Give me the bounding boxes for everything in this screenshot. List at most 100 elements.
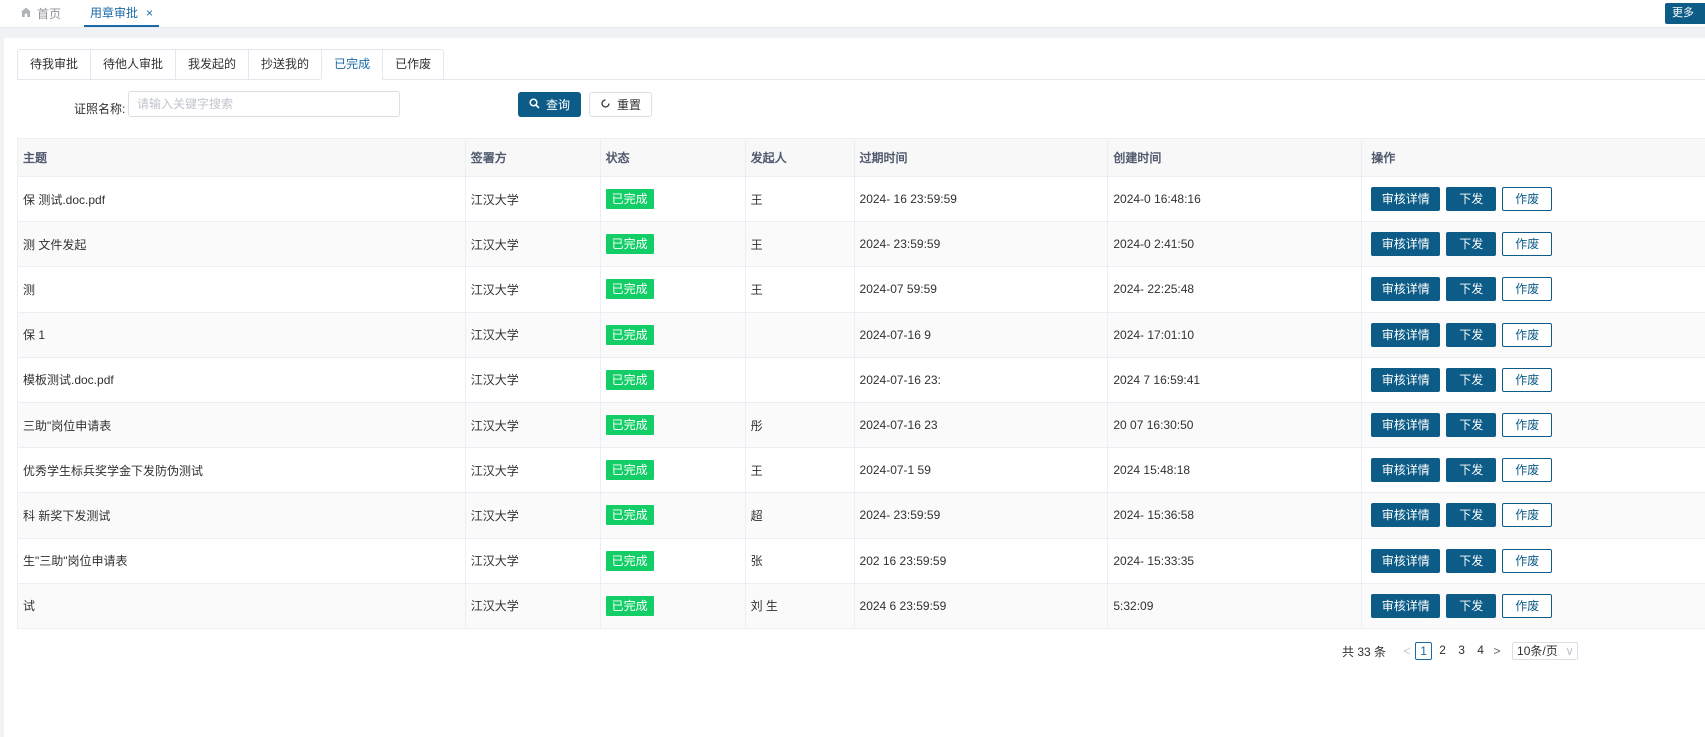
review-detail-button[interactable]: 审核详情 xyxy=(1371,548,1441,573)
reset-button[interactable]: 重置 xyxy=(589,92,652,117)
cell-subject: 模板测试.doc.pdf xyxy=(18,357,466,403)
void-button[interactable]: 作废 xyxy=(1502,367,1553,392)
cell-initiator: 王 xyxy=(745,267,855,313)
pagination-total: 共 33 条 xyxy=(1342,644,1387,659)
next-page-icon[interactable]: > xyxy=(1490,644,1504,658)
issue-button[interactable]: 下发 xyxy=(1446,458,1497,483)
tab-pending-others[interactable]: 待他人审批 xyxy=(90,49,176,80)
tab-pending-mine[interactable]: 待我审批 xyxy=(17,49,91,80)
void-button[interactable]: 作废 xyxy=(1502,277,1553,302)
cell-expire-time: 2024 6 23:59:59 xyxy=(854,583,1109,629)
void-button[interactable]: 作废 xyxy=(1502,413,1553,438)
void-button[interactable]: 作废 xyxy=(1502,593,1553,618)
cell-subject: 生"三助"岗位申请表 xyxy=(18,538,466,584)
page-2[interactable]: 2 xyxy=(1434,642,1451,660)
review-detail-button[interactable]: 审核详情 xyxy=(1371,593,1441,618)
header-actions: 操作 xyxy=(1362,139,1705,177)
tag-home[interactable]: 首页 xyxy=(20,0,61,27)
cell-expire-time: 2024- 16 23:59:59 xyxy=(854,177,1109,223)
more-button-label: 更多 xyxy=(1672,7,1694,19)
cell-initiator: 王 xyxy=(745,222,855,268)
cell-subject: 三助"岗位申请表 xyxy=(18,402,466,449)
page-size-select[interactable]: 10条/页 ∨ xyxy=(1512,642,1579,660)
status-badge: 已完成 xyxy=(605,550,654,571)
page-4[interactable]: 4 xyxy=(1472,642,1489,660)
cell-expire-time: 2024- 23:59:59 xyxy=(854,222,1109,268)
prev-page-icon[interactable]: < xyxy=(1400,644,1414,658)
header-signing-party[interactable]: 签署方 xyxy=(465,139,601,177)
cell-signing-party: 江汉大学 xyxy=(465,448,601,494)
void-button[interactable]: 作废 xyxy=(1502,232,1553,257)
review-detail-button[interactable]: 审核详情 xyxy=(1371,413,1441,438)
cell-signing-party: 江汉大学 xyxy=(465,583,601,629)
header-create-time[interactable]: 创建时间 xyxy=(1108,139,1363,177)
review-detail-button[interactable]: 审核详情 xyxy=(1371,322,1441,347)
void-button[interactable]: 作废 xyxy=(1502,187,1553,212)
cell-actions: 审核详情 下发 作废 xyxy=(1362,493,1705,539)
cell-expire-time: 2024-07-16 9 xyxy=(854,312,1109,358)
search-input[interactable] xyxy=(128,91,400,117)
cell-create-time: 2024-0 2:41:50 xyxy=(1108,222,1363,268)
cell-create-time: 20 07 16:30:50 xyxy=(1108,402,1363,449)
header-subject[interactable]: 主题 xyxy=(18,139,466,177)
void-button[interactable]: 作废 xyxy=(1502,503,1553,528)
cell-status: 已完成 xyxy=(600,357,746,403)
issue-button[interactable]: 下发 xyxy=(1446,413,1497,438)
page-1[interactable]: 1 xyxy=(1415,642,1433,660)
cell-initiator xyxy=(745,312,855,358)
cell-status: 已完成 xyxy=(600,538,746,584)
cell-subject: 保 测试.doc.pdf xyxy=(18,177,466,223)
header-initiator[interactable]: 发起人 xyxy=(745,139,855,177)
tab-cc-me[interactable]: 抄送我的 xyxy=(248,49,322,80)
page-3[interactable]: 3 xyxy=(1453,642,1470,660)
issue-button[interactable]: 下发 xyxy=(1446,367,1497,392)
status-badge: 已完成 xyxy=(605,189,654,210)
cell-create-time: 2024 15:48:18 xyxy=(1108,448,1363,494)
table-row: 试江汉大学 已完成刘 生 2024 6 23:59:59 5:32:09 审核详情 下发作… xyxy=(18,583,1705,629)
issue-button[interactable]: 下发 xyxy=(1446,322,1497,347)
review-detail-button[interactable]: 审核详情 xyxy=(1371,187,1441,212)
cell-expire-time: 2024- 23:59:59 xyxy=(854,493,1109,539)
table-row: 保 测试.doc.pdf 江汉大学 已完成 王 2024- 16 23:59:59 202… xyxy=(18,177,1705,223)
search-icon xyxy=(529,97,540,112)
header-status[interactable]: 状态 xyxy=(600,139,746,177)
cell-actions: 审核详情 下发 作废 xyxy=(1362,584,1705,629)
status-badge: 已完成 xyxy=(605,505,654,526)
void-button[interactable]: 作废 xyxy=(1502,458,1553,483)
main-card: 待我审批 待他人审批 我发起的 抄送我的 已完成 已作废 证照名称: 查询 重置… xyxy=(4,38,1705,737)
issue-button[interactable]: 下发 xyxy=(1446,232,1497,257)
tab-voided[interactable]: 已作废 xyxy=(382,49,445,80)
status-badge: 已完成 xyxy=(605,324,654,345)
table-row: 测 文件发起 江汉大学 已完成 王 2024- 23:59:59 2024-0 2:41:… xyxy=(18,222,1705,268)
status-badge: 已完成 xyxy=(605,234,654,255)
issue-button[interactable]: 下发 xyxy=(1446,277,1497,302)
review-detail-button[interactable]: 审核详情 xyxy=(1371,503,1441,528)
issue-button[interactable]: 下发 xyxy=(1446,593,1497,618)
void-button[interactable]: 作废 xyxy=(1502,548,1553,573)
close-icon[interactable]: × xyxy=(146,0,153,26)
cell-actions: 审核详情 下发 作废 xyxy=(1362,403,1705,449)
cell-subject: 测 文件发起 xyxy=(18,222,466,268)
review-detail-button[interactable]: 审核详情 xyxy=(1371,458,1441,483)
cell-initiator: 张 xyxy=(745,538,855,584)
issue-button[interactable]: 下发 xyxy=(1446,548,1497,573)
header-expire-time[interactable]: 过期时间 xyxy=(854,139,1109,177)
review-detail-button[interactable]: 审核详情 xyxy=(1371,367,1441,392)
cell-create-time: 2024- 17:01:10 xyxy=(1108,312,1363,358)
cell-subject: 优秀学生标兵奖学金下发防伪测试 xyxy=(18,448,466,494)
review-detail-button[interactable]: 审核详情 xyxy=(1371,232,1441,257)
tag-seal-approval[interactable]: 用章审批 × xyxy=(84,0,160,27)
review-detail-button[interactable]: 审核详情 xyxy=(1371,277,1441,302)
cell-initiator: 王 xyxy=(745,177,855,223)
tags-view-bar: 首页 用章审批 × 更多 xyxy=(0,0,1705,28)
query-button[interactable]: 查询 xyxy=(518,92,581,117)
tab-initiated[interactable]: 我发起的 xyxy=(175,49,249,80)
more-button[interactable]: 更多 xyxy=(1665,3,1705,24)
tab-completed[interactable]: 已完成 xyxy=(321,49,383,80)
issue-button[interactable]: 下发 xyxy=(1446,187,1497,212)
void-button[interactable]: 作废 xyxy=(1502,322,1553,347)
refresh-icon xyxy=(600,98,611,112)
page-size-label: 10条/页 xyxy=(1517,644,1558,658)
issue-button[interactable]: 下发 xyxy=(1446,503,1497,528)
reset-button-label: 重置 xyxy=(616,98,641,112)
